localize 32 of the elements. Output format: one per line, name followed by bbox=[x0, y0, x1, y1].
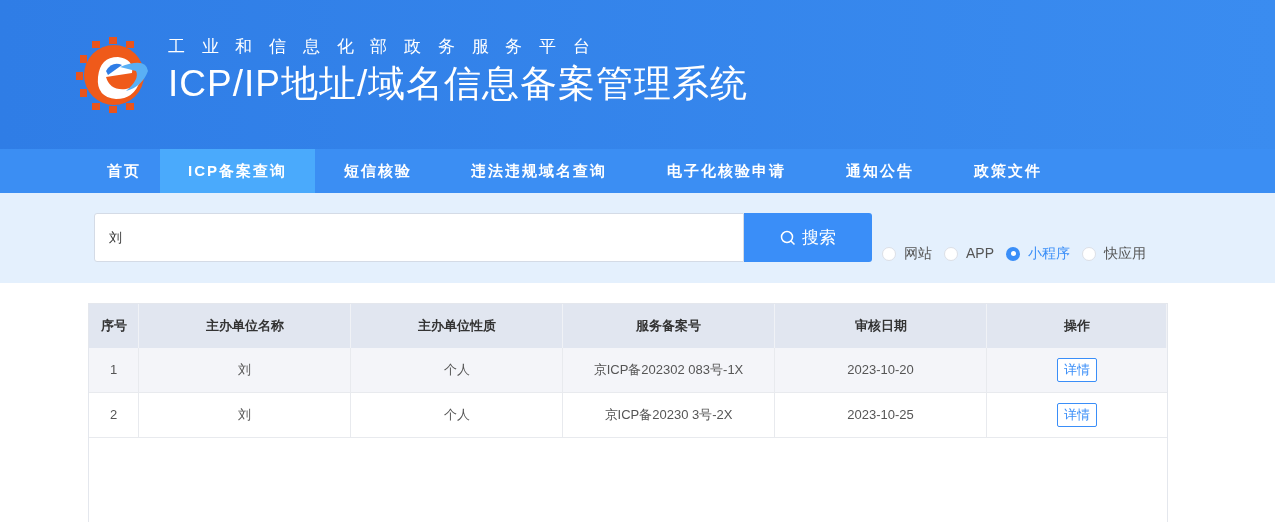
radio-button[interactable] bbox=[1082, 246, 1096, 261]
radio-label[interactable]: 网站 bbox=[904, 243, 932, 264]
table-cell: 个人 bbox=[351, 393, 563, 437]
table-cell: 1 bbox=[89, 348, 139, 392]
radio-button[interactable] bbox=[1006, 246, 1020, 261]
table-cell: 京ICP备202302 083号-1X bbox=[563, 348, 775, 392]
details-button[interactable]: 详情 bbox=[1057, 403, 1097, 427]
platform-subtitle: 工 业 和 信 息 化 部 政 务 服 务 平 台 bbox=[168, 35, 597, 58]
nav-tab[interactable]: 短信核验 bbox=[315, 149, 441, 193]
table-cell: 2023-10-20 bbox=[775, 348, 987, 392]
table-cell: 京ICP备20230 3号-2X bbox=[563, 393, 775, 437]
radio-label[interactable]: APP bbox=[966, 243, 994, 264]
table-cell: 2 bbox=[89, 393, 139, 437]
radio-button[interactable] bbox=[882, 246, 896, 261]
radio-label[interactable]: 快应用 bbox=[1104, 243, 1146, 264]
nav-tab[interactable]: ICP备案查询 bbox=[160, 149, 315, 193]
nav-tab[interactable]: 电子化核验申请 bbox=[637, 149, 816, 193]
details-button[interactable]: 详情 bbox=[1057, 358, 1097, 382]
table-cell: 刘 bbox=[139, 348, 351, 392]
search-button[interactable]: 搜索 bbox=[744, 213, 872, 262]
table-cell: 2023-10-25 bbox=[775, 393, 987, 437]
nav-tab[interactable]: 政策文件 bbox=[944, 149, 1072, 193]
nav-tab[interactable]: 违法违规域名查询 bbox=[441, 149, 637, 193]
search-field[interactable]: 刘 bbox=[94, 213, 744, 262]
table-cell: 个人 bbox=[351, 348, 563, 392]
nav-tab[interactable]: 首页 bbox=[88, 149, 160, 193]
system-title: ICP/IP地址/域名信息备案管理系统 bbox=[168, 62, 749, 107]
radio-button[interactable] bbox=[944, 246, 958, 261]
radio-label[interactable]: 小程序 bbox=[1028, 243, 1070, 264]
search-icon bbox=[780, 229, 796, 246]
nav-tab[interactable]: 通知公告 bbox=[816, 149, 944, 193]
table-cell: 刘 bbox=[139, 393, 351, 437]
